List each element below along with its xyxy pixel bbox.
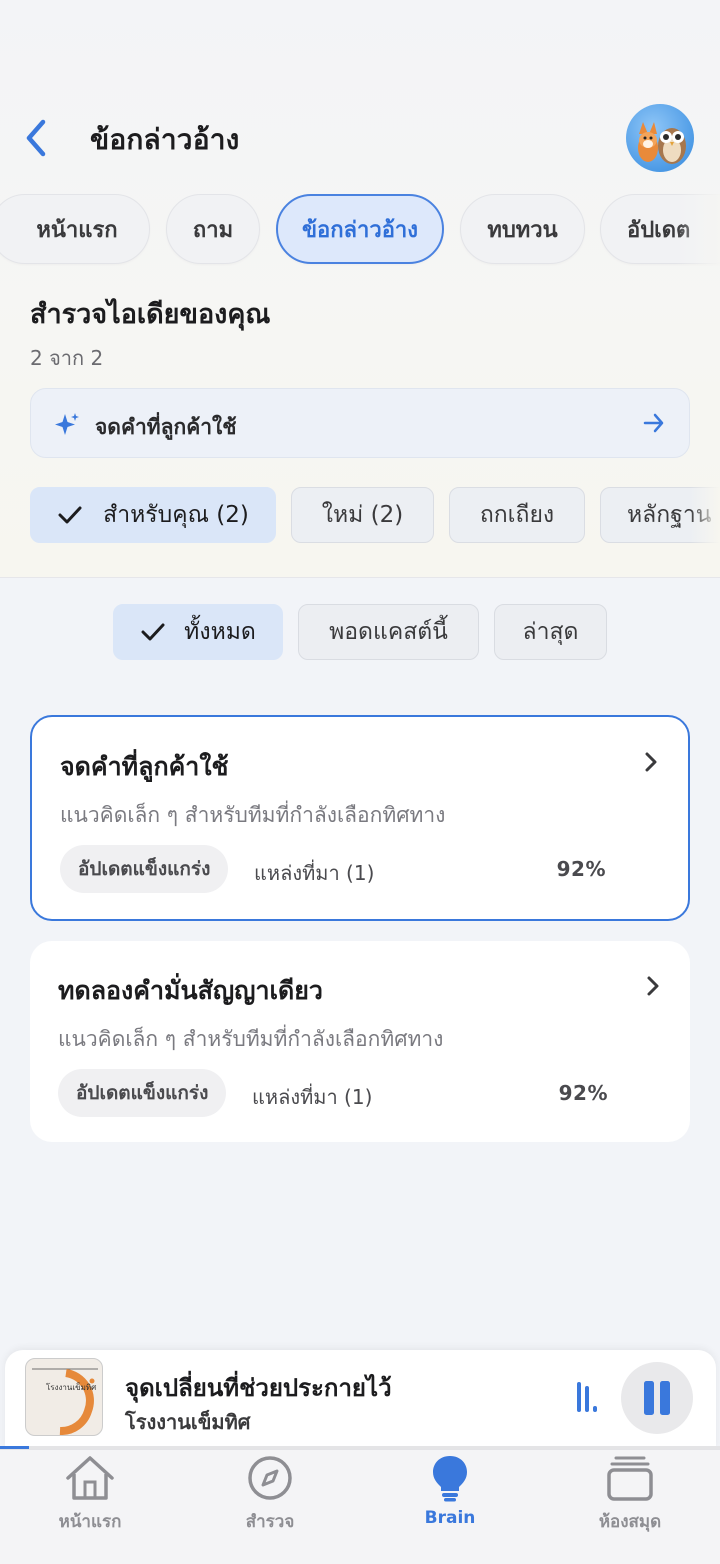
- chevron-right-icon: [645, 752, 657, 772]
- audio-bars-icon[interactable]: [575, 1380, 599, 1416]
- claim-card[interactable]: ทดลองคำมั่นสัญญาเดียว แนวคิดเล็ก ๆ สำหรั…: [30, 941, 690, 1142]
- tab-label: ถาม: [192, 217, 234, 243]
- compass-icon: [248, 1456, 292, 1500]
- chevron-left-icon: [26, 119, 46, 157]
- nav-label: ห้องสมุด: [598, 1512, 662, 1532]
- nav-home[interactable]: หน้าแรก: [30, 1454, 150, 1544]
- tab-review[interactable]: ทบทวน: [460, 194, 585, 264]
- suggestion-label: จดคำที่ลูกค้าใช้: [95, 415, 237, 439]
- tab-label: ข้อกล่าวอ้าง: [301, 217, 419, 243]
- tab-label: ทบทวน: [487, 217, 558, 243]
- filter-label: ล่าสุด: [522, 619, 579, 645]
- page-title: ข้อกล่าวอ้าง: [90, 123, 240, 156]
- sources-link[interactable]: แหล่งที่มา (1): [252, 1081, 372, 1113]
- card-title: จดคำที่ลูกค้าใช้: [60, 752, 229, 781]
- tab-claims[interactable]: ข้อกล่าวอ้าง: [276, 194, 444, 264]
- card-title: ทดลองคำมั่นสัญญาเดียว: [58, 976, 323, 1005]
- chevron-right-icon: [647, 976, 659, 996]
- filter-label: ทั้งหมด: [184, 619, 256, 645]
- section-count: 2 จาก 2: [30, 346, 104, 370]
- card-description: แนวคิดเล็ก ๆ สำหรับทีมที่กำลังเลือกทิศทา…: [60, 803, 446, 827]
- confidence-percent: 92%: [558, 1081, 608, 1105]
- section-title: สำรวจไอเดียของคุณ: [30, 299, 271, 330]
- filter-label: พอดแคสต์นี้: [329, 619, 448, 645]
- chips-fade: [690, 487, 720, 543]
- pause-icon: [644, 1381, 670, 1415]
- pause-button[interactable]: [621, 1362, 693, 1434]
- chip-label: ถกเถียง: [479, 502, 555, 528]
- nav-label: Brain: [424, 1508, 476, 1528]
- chip-new[interactable]: ใหม่ (2): [291, 487, 434, 543]
- avatar-illustration-icon: [638, 122, 686, 164]
- chip-label: ใหม่ (2): [321, 502, 404, 528]
- nav-label: สำรวจ: [245, 1512, 295, 1532]
- arrow-right-icon: [643, 413, 664, 433]
- nav-brain[interactable]: Brain: [390, 1454, 510, 1544]
- chip-for-you[interactable]: สำหรับคุณ (2): [30, 487, 276, 543]
- nav-library[interactable]: ห้องสมุด: [570, 1454, 690, 1544]
- sources-link[interactable]: แหล่งที่มา (1): [254, 857, 374, 889]
- tabs-row: หน้าแรก ถาม ข้อกล่าวอ้าง ทบทวน อัปเดต: [0, 194, 720, 266]
- checkmark-icon: [141, 623, 165, 641]
- artwork-text: โรงงานเข็มทิศ: [46, 1383, 97, 1392]
- filter-all[interactable]: ทั้งหมด: [113, 604, 283, 660]
- back-button[interactable]: [16, 114, 56, 162]
- library-icon: [607, 1456, 653, 1501]
- category-chips: สำหรับคุณ (2) ใหม่ (2) ถกเถียง หลักฐาน: [0, 487, 720, 543]
- lightbulb-icon: [433, 1456, 467, 1502]
- header: ข้อกล่าวอ้าง: [0, 100, 720, 176]
- chip-label: สำหรับคุณ (2): [103, 502, 249, 528]
- filter-row: ทั้งหมด พอดแคสต์นี้ ล่าสุด: [0, 604, 720, 660]
- confidence-percent: 92%: [556, 857, 606, 881]
- sparkle-icon: [55, 413, 79, 435]
- avatar[interactable]: [626, 104, 694, 172]
- artwork-arc-icon: [32, 1368, 98, 1435]
- filter-latest[interactable]: ล่าสุด: [494, 604, 607, 660]
- tabs-fade: [676, 194, 720, 266]
- status-badge: อัปเดตแข็งแกร่ง: [58, 1069, 227, 1117]
- card-description: แนวคิดเล็ก ๆ สำหรับทีมที่กำลังเลือกทิศทา…: [58, 1027, 444, 1051]
- suggestion-bar[interactable]: จดคำที่ลูกค้าใช้: [30, 388, 690, 458]
- tab-home[interactable]: หน้าแรก: [0, 194, 150, 264]
- claim-card[interactable]: จดคำที่ลูกค้าใช้ แนวคิดเล็ก ๆ สำหรับทีมท…: [30, 715, 690, 921]
- status-badge: อัปเดตแข็งแกร่ง: [60, 845, 229, 893]
- tab-label: หน้าแรก: [36, 217, 118, 243]
- now-playing-show: โรงงานเข็มทิศ: [125, 1410, 251, 1434]
- nav-explore[interactable]: สำรวจ: [210, 1454, 330, 1544]
- bottom-nav: หน้าแรก สำรวจ Brain ห้องสมุด: [0, 1449, 720, 1564]
- chip-debate[interactable]: ถกเถียง: [449, 487, 585, 543]
- mini-player[interactable]: โรงงานเข็มทิศ จุดเปลี่ยนที่ช่วยประกายไว้…: [5, 1350, 716, 1448]
- checkmark-icon: [58, 506, 82, 524]
- nav-label: หน้าแรก: [58, 1512, 122, 1532]
- home-icon: [66, 1456, 114, 1500]
- tab-ask[interactable]: ถาม: [166, 194, 260, 264]
- filter-this-podcast[interactable]: พอดแคสต์นี้: [298, 604, 479, 660]
- now-playing-title: จุดเปลี่ยนที่ช่วยประกายไว้: [125, 1374, 392, 1402]
- episode-artwork: โรงงานเข็มทิศ: [25, 1358, 103, 1436]
